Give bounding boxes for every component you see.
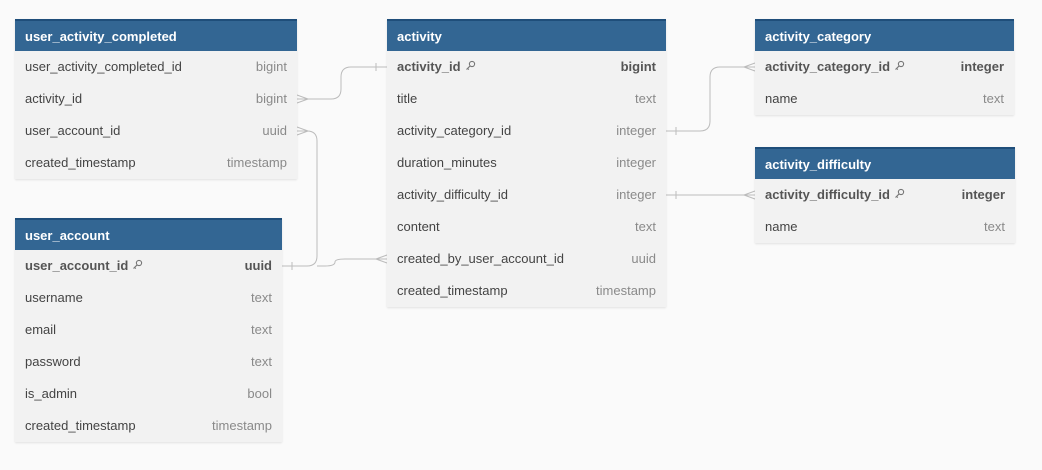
column-name: content xyxy=(397,219,440,234)
column-name: activity_category_id xyxy=(397,123,512,138)
table-row-primary-key[interactable]: activity_difficulty_id integer xyxy=(755,179,1015,211)
column-name: name xyxy=(765,219,798,234)
key-icon xyxy=(894,51,905,83)
table-row-primary-key[interactable]: activity_category_id integer xyxy=(755,51,1014,83)
table-activity[interactable]: activity activity_id bigint title text a… xyxy=(387,19,666,307)
column-type: text xyxy=(635,219,656,234)
column-type: timestamp xyxy=(227,155,287,170)
column-name: created_by_user_account_id xyxy=(397,251,564,266)
relation-activity-to-activity-category[interactable] xyxy=(666,62,756,135)
column-name: created_timestamp xyxy=(25,418,136,433)
column-name: activity_category_id xyxy=(765,58,891,74)
column-name: created_timestamp xyxy=(397,283,508,298)
table-row-primary-key[interactable]: user_account_id uuid xyxy=(15,250,282,282)
table-row[interactable]: created_by_user_account_id uuid xyxy=(387,243,666,275)
table-header[interactable]: user_account xyxy=(15,218,282,250)
column-type: uuid xyxy=(262,123,287,138)
table-row[interactable]: username text xyxy=(15,282,282,314)
table-user-account[interactable]: user_account user_account_id uuid userna… xyxy=(15,218,282,442)
table-row[interactable]: password text xyxy=(15,346,282,378)
column-type: timestamp xyxy=(212,418,272,433)
column-type: integer xyxy=(616,155,656,170)
table-row[interactable]: created_timestamp timestamp xyxy=(387,275,666,307)
column-name: password xyxy=(25,354,81,369)
column-type: bigint xyxy=(255,59,287,74)
table-row[interactable]: name text xyxy=(755,83,1014,115)
key-icon xyxy=(894,179,905,211)
column-name: title xyxy=(397,91,418,106)
table-row[interactable]: title text xyxy=(387,83,666,115)
column-type: bool xyxy=(247,386,272,401)
column-name: duration_minutes xyxy=(397,155,497,170)
table-header[interactable]: user_activity_completed xyxy=(15,19,297,51)
column-type: bigint xyxy=(255,91,287,106)
relation-activity-to-activity-difficulty[interactable] xyxy=(666,190,756,200)
table-row[interactable]: email text xyxy=(15,314,282,346)
column-name: username xyxy=(25,290,83,305)
column-name: user_activity_completed_id xyxy=(25,59,182,74)
table-row[interactable]: duration_minutes integer xyxy=(387,147,666,179)
table-row[interactable]: activity_category_id integer xyxy=(387,115,666,147)
key-icon xyxy=(465,51,476,83)
table-row[interactable]: user_account_id uuid xyxy=(15,115,297,147)
table-row[interactable]: activity_difficulty_id integer xyxy=(387,179,666,211)
column-type: text xyxy=(251,290,272,305)
table-header[interactable]: activity_difficulty xyxy=(755,147,1015,179)
table-row[interactable]: content text xyxy=(387,211,666,243)
column-type: text xyxy=(984,219,1005,234)
key-icon xyxy=(132,250,143,282)
column-name: created_timestamp xyxy=(25,155,136,170)
column-type: uuid xyxy=(244,258,272,273)
table-header[interactable]: activity xyxy=(387,19,666,51)
column-name: activity_difficulty_id xyxy=(765,186,890,202)
column-type: integer xyxy=(960,59,1004,74)
column-name: user_account_id xyxy=(25,123,121,138)
column-type: bigint xyxy=(620,59,656,74)
table-row[interactable]: is_admin bool xyxy=(15,378,282,410)
column-type: integer xyxy=(961,187,1005,202)
table-activity-difficulty[interactable]: activity_difficulty activity_difficulty_… xyxy=(755,147,1015,243)
column-name: user_account_id xyxy=(25,257,129,273)
diagram-canvas: user_activity_completed user_activity_co… xyxy=(0,0,1042,470)
column-type: text xyxy=(251,354,272,369)
table-row[interactable]: created_timestamp timestamp xyxy=(15,147,297,179)
table-row[interactable]: user_activity_completed_id bigint xyxy=(15,51,297,83)
column-type: text xyxy=(251,322,272,337)
column-name: name xyxy=(765,91,798,106)
relation-user-account-to-activity[interactable] xyxy=(317,254,388,267)
table-row[interactable]: activity_id bigint xyxy=(15,83,297,115)
column-name: email xyxy=(25,322,57,337)
column-type: timestamp xyxy=(596,283,656,298)
table-row[interactable]: name text xyxy=(755,211,1015,243)
column-type: integer xyxy=(616,123,656,138)
column-type: text xyxy=(983,91,1004,106)
table-user-activity-completed[interactable]: user_activity_completed user_activity_co… xyxy=(15,19,297,179)
column-type: text xyxy=(635,91,656,106)
column-type: integer xyxy=(616,187,656,202)
relation-activity-to-user-activity-completed[interactable] xyxy=(296,63,387,104)
table-activity-category[interactable]: activity_category activity_category_id i… xyxy=(755,19,1014,115)
column-type: uuid xyxy=(631,251,656,266)
table-row-primary-key[interactable]: activity_id bigint xyxy=(387,51,666,83)
table-header[interactable]: activity_category xyxy=(755,19,1014,51)
column-name: activity_id xyxy=(397,58,461,74)
table-row[interactable]: created_timestamp timestamp xyxy=(15,410,282,442)
column-name: is_admin xyxy=(25,386,78,401)
column-name: activity_id xyxy=(25,91,83,106)
column-name: activity_difficulty_id xyxy=(397,187,509,202)
